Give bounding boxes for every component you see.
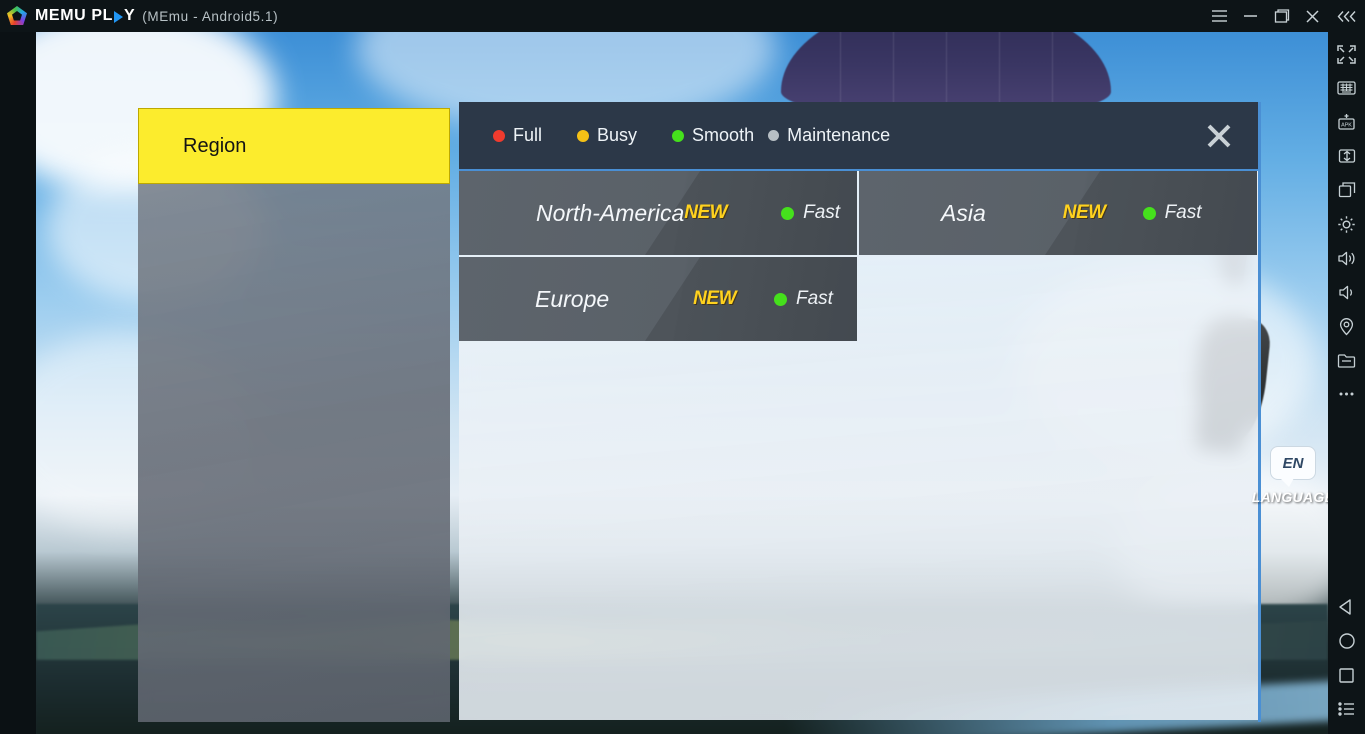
- gear-icon[interactable]: [1328, 207, 1365, 241]
- window-subtitle: (MEmu - Android5.1): [142, 8, 279, 24]
- server-name: North-America: [536, 199, 685, 226]
- server-new-badge: NEW: [1062, 202, 1106, 223]
- language-caption: LANGUAGE: [1251, 489, 1328, 505]
- svg-text:APK: APK: [1341, 123, 1352, 129]
- language-code: EN: [1282, 454, 1304, 472]
- recents-icon[interactable]: [1328, 658, 1365, 692]
- apk-install-icon[interactable]: APK: [1328, 105, 1365, 139]
- location-icon[interactable]: [1328, 309, 1365, 343]
- brand-suffix: Y: [123, 7, 136, 24]
- region-tab[interactable]: Region: [138, 108, 450, 184]
- minimize-button[interactable]: [1235, 0, 1266, 32]
- dialog-header: Full Busy Smooth Maintenance: [459, 102, 1258, 171]
- server-status-dot: [774, 292, 787, 306]
- legend-label-full: Full: [513, 125, 543, 145]
- legend-item-full: Full: [493, 125, 542, 146]
- legend-item-smooth: Smooth: [672, 125, 754, 146]
- server-row-north-america[interactable]: North-America NEW Fast: [459, 171, 857, 255]
- region-panel: Region: [138, 108, 450, 722]
- legend-label-busy: Busy: [597, 125, 638, 145]
- folder-icon[interactable]: [1328, 343, 1365, 377]
- multi-window-icon[interactable]: [1328, 173, 1365, 207]
- collapse-button[interactable]: [1328, 0, 1365, 32]
- window-controls: [1204, 0, 1365, 32]
- server-status-dot: [781, 206, 795, 220]
- server-select-dialog: Full Busy Smooth Maintenance North-Ameri…: [459, 102, 1261, 722]
- back-icon[interactable]: [1328, 590, 1365, 624]
- dialog-body: North-America NEW Fast Asia NEW Fast Eur…: [459, 171, 1258, 720]
- shared-folder-icon[interactable]: [1328, 139, 1365, 173]
- legend-label-maintenance: Maintenance: [787, 125, 891, 145]
- legend-item-maintenance: Maintenance: [768, 125, 890, 146]
- volume-down-icon[interactable]: [1328, 275, 1365, 309]
- region-panel-body: [138, 184, 450, 722]
- server-row-asia[interactable]: Asia NEW Fast: [859, 171, 1257, 255]
- keyboard-icon[interactable]: [1328, 71, 1365, 105]
- status-dot-full: [493, 129, 505, 142]
- play-triangle-icon: [113, 11, 123, 23]
- server-name: Asia: [941, 199, 986, 226]
- dialog-close-button[interactable]: [1202, 119, 1236, 153]
- server-status: Fast: [774, 288, 833, 310]
- legend-item-busy: Busy: [577, 125, 637, 146]
- maximize-button[interactable]: [1266, 0, 1297, 32]
- server-status-dot: [1142, 206, 1156, 220]
- server-status: Fast: [1142, 202, 1202, 224]
- server-status-label: Fast: [803, 202, 841, 223]
- speech-bubble-icon: EN: [1270, 446, 1316, 487]
- server-status-label: Fast: [796, 288, 833, 309]
- status-dot-maintenance: [768, 130, 780, 141]
- menu-list-icon[interactable]: [1328, 692, 1365, 726]
- server-new-badge: NEW: [693, 288, 736, 309]
- emulator-screen: Region Full Busy Smooth Maintenance Nort…: [36, 32, 1328, 734]
- status-dot-busy: [577, 129, 590, 142]
- more-icon[interactable]: [1328, 377, 1365, 411]
- server-new-badge: NEW: [684, 202, 728, 223]
- window-title-bar: MEMU PL Y (MEmu - Android5.1): [0, 0, 1365, 32]
- emulator-sidebar: APK: [1328, 32, 1365, 734]
- memu-logo-icon: [7, 6, 27, 26]
- server-list: North-America NEW Fast Asia NEW Fast Eur…: [459, 171, 1261, 343]
- volume-up-icon[interactable]: [1328, 241, 1365, 275]
- server-status: Fast: [781, 202, 840, 224]
- status-dot-smooth: [672, 129, 685, 142]
- legend-label-smooth: Smooth: [692, 125, 755, 145]
- region-tab-label: Region: [183, 134, 247, 157]
- server-row-europe[interactable]: Europe NEW Fast: [459, 257, 857, 341]
- close-button[interactable]: [1297, 0, 1328, 32]
- server-name: Europe: [535, 285, 610, 312]
- home-icon[interactable]: [1328, 624, 1365, 658]
- fullscreen-icon[interactable]: [1328, 37, 1365, 71]
- server-status-label: Fast: [1164, 202, 1202, 223]
- language-button[interactable]: EN LANGUAGE: [1252, 446, 1328, 510]
- brand-prefix: MEMU PL: [35, 7, 113, 24]
- menu-button[interactable]: [1204, 0, 1235, 32]
- app-brand: MEMU PL Y (MEmu - Android5.1): [35, 7, 278, 25]
